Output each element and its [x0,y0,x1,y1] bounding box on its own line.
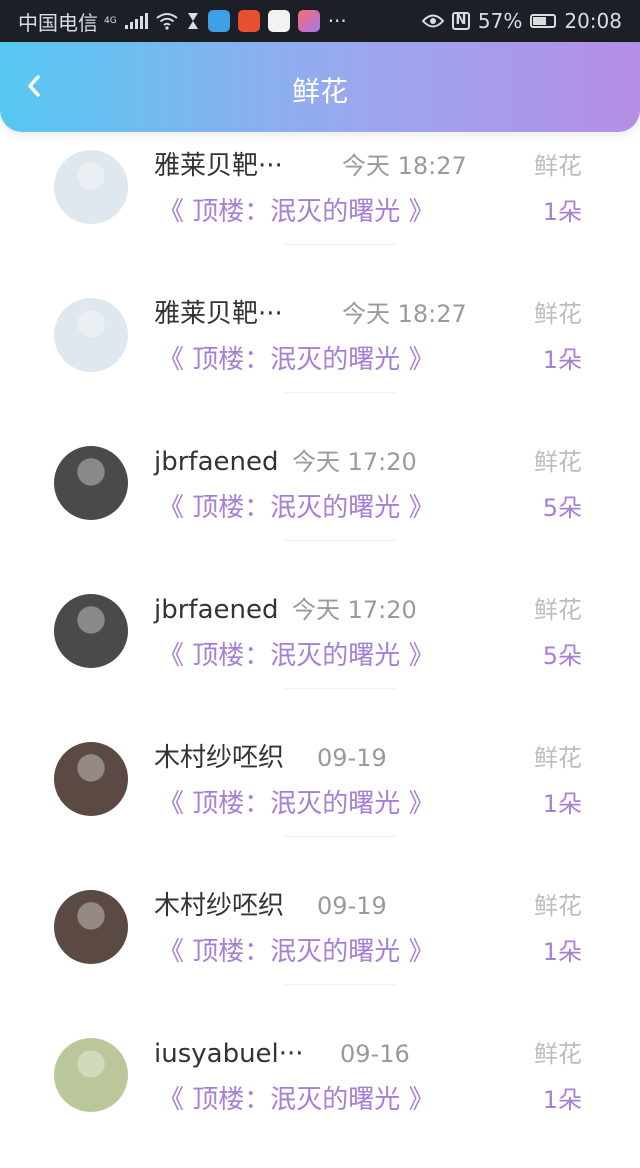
avatar[interactable] [54,594,128,668]
book-title-link[interactable]: 《 顶楼：泯灭的曙光 》 [158,344,435,376]
list-item[interactable]: 木村纱呸织 09-19 鲜花 《 顶楼：泯灭的曙光 》 1朵 [0,724,640,872]
header-bar: 鲜花 [0,42,640,132]
gift-time: 09-19 [317,744,387,772]
divider [285,688,395,689]
wifi-icon [156,13,178,30]
book-title-link[interactable]: 《 顶楼：泯灭的曙光 》 [158,640,435,672]
carrier-label: 中国电信 [18,10,98,35]
plus-app-icon [297,10,320,32]
divider [285,540,395,541]
gift-time: 今天 18:27 [342,300,467,328]
book-title-link[interactable]: 《 顶楼：泯灭的曙光 》 [158,492,435,524]
user-name: 木村纱呸织 [154,743,285,773]
gift-time: 09-19 [317,892,387,920]
gift-type-label: 鲜花 [534,152,582,180]
status-bar: 中国电信 4G ··· N 57% 20:08 [0,0,640,42]
divider [285,244,395,245]
battery-percent: 57% [477,9,523,33]
nfc-icon: N [451,12,470,30]
divider [285,836,395,837]
gift-type-label: 鲜花 [534,1040,582,1068]
network-type: 4G [104,16,117,26]
list-item[interactable]: 雅莱贝靶··· 今天 18:27 鲜花 《 顶楼：泯灭的曙光 》 1朵 [0,280,640,428]
book-title-link[interactable]: 《 顶楼：泯灭的曙光 》 [158,936,435,968]
hourglass-icon [187,13,198,29]
flower-count: 1朵 [542,198,582,226]
user-name: iusyabuel··· [154,1039,304,1069]
user-name: 雅莱贝靶··· [154,299,283,329]
flower-record-list: 雅莱贝靶··· 今天 18:27 鲜花 《 顶楼：泯灭的曙光 》 1朵 雅莱贝靶… [0,132,640,1168]
flower-count: 1朵 [542,790,582,818]
battery-icon [530,14,557,28]
list-item[interactable]: jbrfaened 今天 17:20 鲜花 《 顶楼：泯灭的曙光 》 5朵 [0,576,640,724]
list-item[interactable]: iusyabuel··· 09-16 鲜花 《 顶楼：泯灭的曙光 》 1朵 [0,1020,640,1168]
book-title-link[interactable]: 《 顶楼：泯灭的曙光 》 [158,196,435,228]
signal-icon [124,13,148,29]
gift-time: 今天 17:20 [292,596,417,624]
eye-icon [421,14,444,28]
clock: 20:08 [564,9,622,33]
gift-time: 今天 17:20 [292,448,417,476]
flower-count: 1朵 [542,938,582,966]
gift-type-label: 鲜花 [534,744,582,772]
qq-app-icon [267,10,290,32]
gift-type-label: 鲜花 [534,596,582,624]
list-item[interactable]: 雅莱贝靶··· 今天 18:27 鲜花 《 顶楼：泯灭的曙光 》 1朵 [0,132,640,280]
avatar[interactable] [54,150,128,224]
gift-type-label: 鲜花 [534,448,582,476]
divider [285,984,395,985]
user-name: 木村纱呸织 [154,891,285,921]
avatar[interactable] [54,890,128,964]
gift-time: 今天 18:27 [342,152,467,180]
gift-type-label: 鲜花 [534,892,582,920]
browser-app-icon [207,10,230,32]
listen-app-icon [237,10,260,32]
gift-time: 09-16 [340,1040,410,1068]
flower-count: 1朵 [542,346,582,374]
user-name: jbrfaened [154,595,279,625]
avatar[interactable] [54,1038,128,1112]
flower-count: 5朵 [542,642,582,670]
book-title-link[interactable]: 《 顶楼：泯灭的曙光 》 [158,1084,435,1116]
avatar[interactable] [54,742,128,816]
divider [285,392,395,393]
more-notifications-icon: ··· [327,9,347,33]
list-item[interactable]: 木村纱呸织 09-19 鲜花 《 顶楼：泯灭的曙光 》 1朵 [0,872,640,1020]
page-title: 鲜花 [291,75,348,108]
user-name: jbrfaened [154,447,279,477]
avatar[interactable] [54,446,128,520]
avatar[interactable] [54,298,128,372]
book-title-link[interactable]: 《 顶楼：泯灭的曙光 》 [158,788,435,820]
gift-type-label: 鲜花 [534,300,582,328]
user-name: 雅莱贝靶··· [154,151,283,181]
flower-count: 1朵 [542,1086,582,1114]
flower-count: 5朵 [542,494,582,522]
list-item[interactable]: jbrfaened 今天 17:20 鲜花 《 顶楼：泯灭的曙光 》 5朵 [0,428,640,576]
